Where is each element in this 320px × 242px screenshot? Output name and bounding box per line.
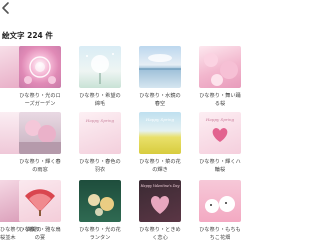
- emoji-card[interactable]: Happy Valentine's Day ひな祭り・ときめ く恋心: [139, 180, 185, 242]
- emoji-caption: ひな祭り・希望の 綿毛: [79, 93, 121, 107]
- emoji-card[interactable]: [0, 46, 32, 93]
- emoji-card[interactable]: ひな祭り・満開の 桜並木: [0, 180, 42, 242]
- emoji-card[interactable]: ひな祭り・希望の 綿毛: [79, 46, 125, 108]
- emoji-thumbnail: Happy Spring: [199, 112, 241, 154]
- emoji-caption: ひな祭り・光のロ ーズガーデン: [19, 93, 61, 107]
- emoji-thumbnail: [139, 46, 181, 88]
- emoji-thumbnail: [199, 46, 241, 88]
- emoji-card[interactable]: Happy Spring ひな祭り・菜の花 の輝き: [139, 112, 185, 174]
- emoji-card[interactable]: Happy Spring ひな祭り・輝くハ 輪桜: [199, 112, 245, 174]
- emoji-thumbnail: [199, 180, 241, 222]
- emoji-thumbnail: Happy Spring: [79, 112, 121, 154]
- emoji-card[interactable]: ひな祭り・もちも ちこ花畑: [199, 180, 245, 242]
- thumb-text: Happy Spring: [145, 117, 175, 122]
- emoji-thumbnail: [19, 46, 61, 88]
- emoji-caption: ひな祭り・輝くハ 輪桜: [199, 159, 241, 173]
- emoji-caption: ひな祭り・舞い踊 る桜: [199, 93, 241, 107]
- emoji-card[interactable]: Happy Spring ひな祭り・春色の 羽衣: [79, 112, 125, 174]
- emoji-card[interactable]: ひな祭り・輝く春 の雨窓: [19, 112, 65, 174]
- emoji-card[interactable]: ひな祭り・光のロ ーズガーデン: [19, 46, 65, 108]
- emoji-card[interactable]: ひな祭り・光の花 ランタン: [79, 180, 125, 242]
- thumb-text: Happy Spring: [85, 118, 115, 123]
- emoji-card[interactable]: ひな祭り・雅な扇 の宴: [19, 180, 65, 242]
- emoji-thumbnail: [79, 180, 121, 222]
- emoji-thumbnail: [79, 46, 121, 88]
- emoji-thumbnail: [19, 112, 61, 154]
- emoji-caption: ひな祭り・菜の花 の輝き: [139, 159, 181, 173]
- emoji-caption: ひな祭り・春色の 羽衣: [79, 159, 121, 173]
- emoji-grid: ひな祭り・光のロ ーズガーデン ひな祭り・希望の 綿毛 ひな祭り・水鏡の 春空: [0, 0, 241, 242]
- emoji-card[interactable]: ひな祭り・舞い踊 る桜: [199, 46, 245, 108]
- emoji-thumbnail: [19, 180, 61, 222]
- emoji-thumbnail: Happy Spring: [139, 112, 181, 154]
- emoji-caption: ひな祭り・輝く春 の雨窓: [19, 159, 61, 173]
- emoji-card[interactable]: [0, 112, 32, 159]
- emoji-caption: ひな祭り・水鏡の 春空: [139, 93, 181, 107]
- emoji-thumbnail: Happy Valentine's Day: [139, 180, 181, 222]
- emoji-card[interactable]: ひな祭り・水鏡の 春空: [139, 46, 185, 108]
